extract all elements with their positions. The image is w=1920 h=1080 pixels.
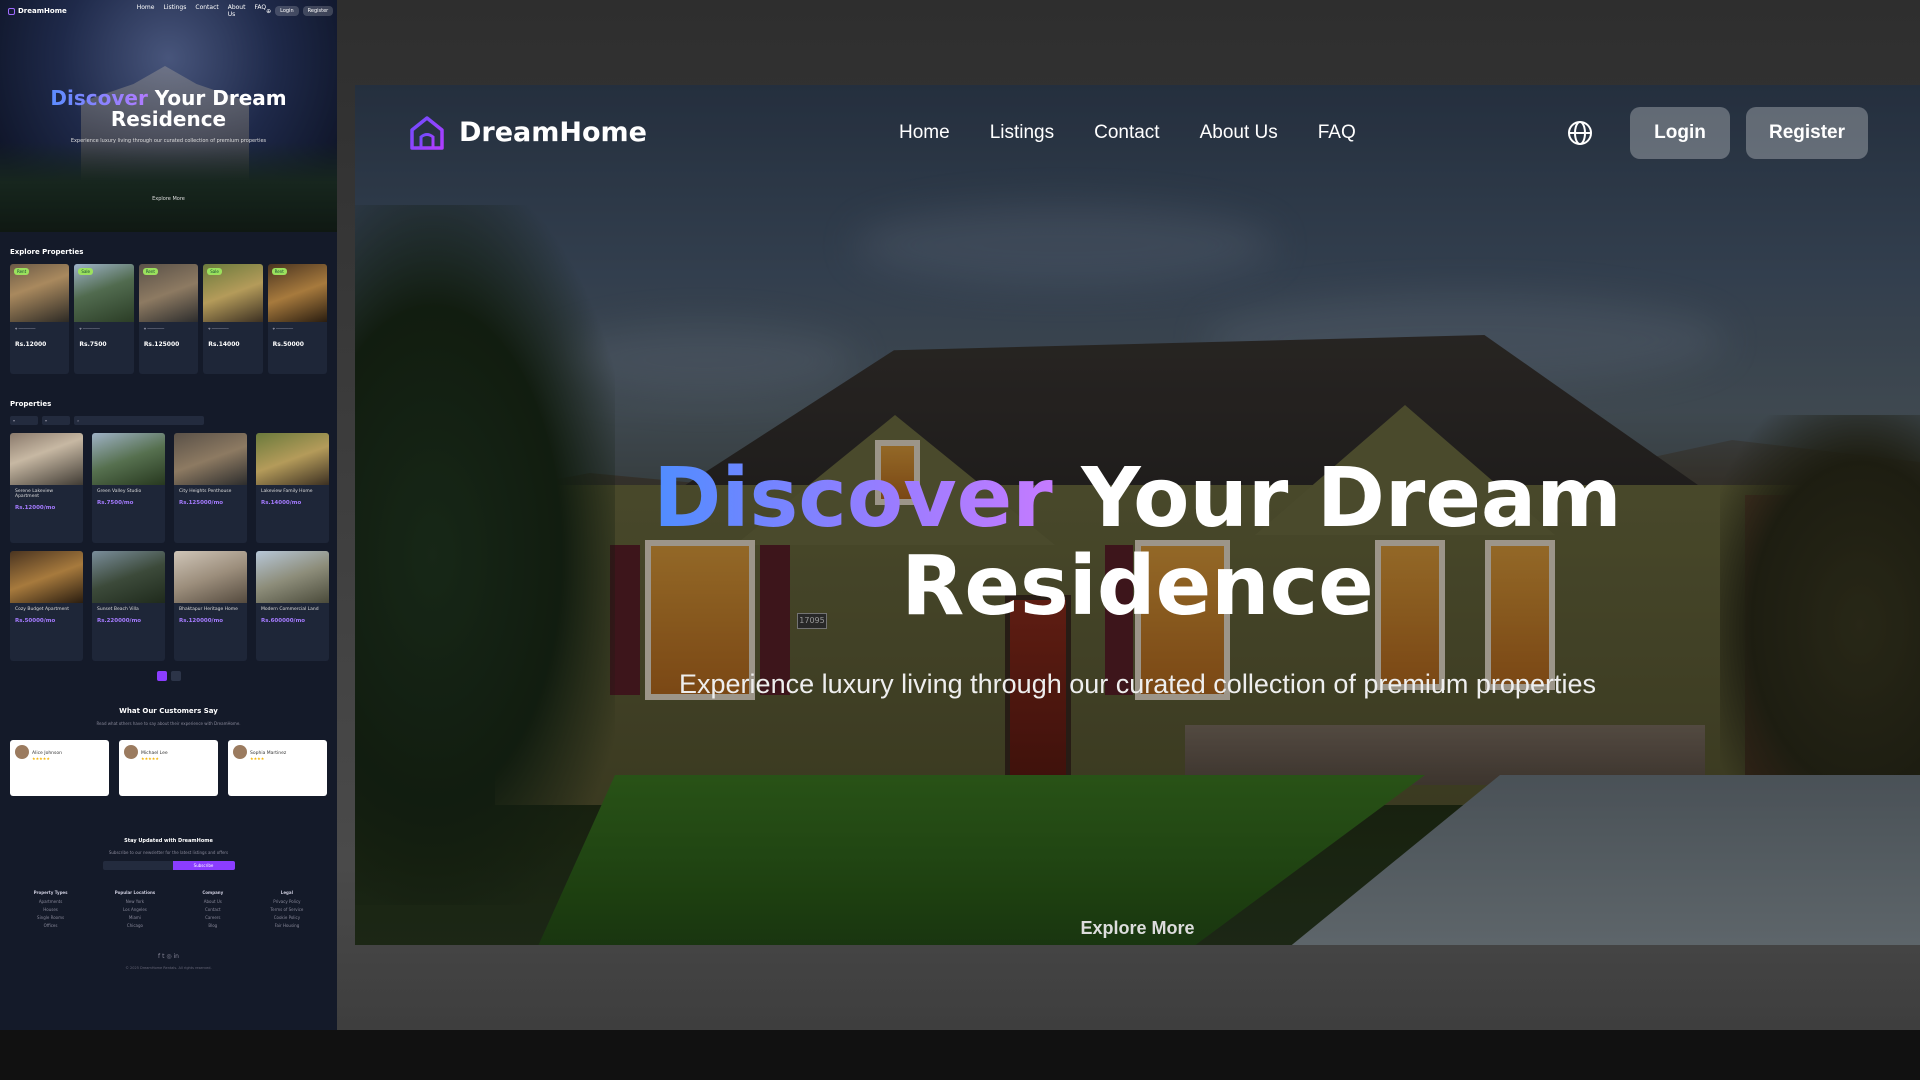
filter-type-select[interactable]: ▾ — [10, 416, 38, 425]
mini-nav-about[interactable]: About Us — [228, 4, 246, 18]
mini-hero-subtitle: Experience luxury living through our cur… — [70, 138, 267, 144]
globe-icon[interactable] — [1566, 119, 1594, 147]
footer-links: Property Types Apartments Houses Single Roo… — [33, 890, 304, 928]
property-card[interactable]: Cozy Budget Apartment Rs.50000/mo — [10, 551, 83, 661]
hero-title-line2: Residence — [901, 539, 1374, 634]
page-1-button[interactable] — [156, 671, 167, 681]
newsletter-form: Subscribe — [0, 861, 337, 870]
explore-more-button[interactable]: Explore More — [355, 918, 1920, 939]
copyright: © 2025 DreamHome Rentals. All rights res… — [125, 966, 212, 970]
navbar: DreamHome Home Listings Contact About Us… — [355, 85, 1920, 180]
nav-listings[interactable]: Listings — [990, 122, 1054, 144]
hero-title-rest: Your Dream — [1081, 451, 1622, 546]
social-icons[interactable]: f t ◎ in — [0, 953, 337, 960]
mini-nav-contact[interactable]: Contact — [195, 4, 218, 18]
explore-card[interactable]: Sale ⌖ ─────── Rs.14000 — [203, 264, 263, 374]
mini-navbar: DreamHome Home Listings Contact About Us… — [0, 0, 337, 22]
testimonials-heading: What Our Customers Say — [119, 707, 218, 715]
globe-icon[interactable]: ⊕ — [266, 8, 271, 15]
newsletter-heading: Stay Updated with DreamHome — [124, 838, 213, 844]
mini-hero: DreamHome Home Listings Contact About Us… — [0, 0, 337, 232]
nav-about-us[interactable]: About Us — [1200, 122, 1278, 144]
house-icon — [410, 115, 444, 150]
explore-card[interactable]: Rent ⌖ ─────── Rs.12000 — [10, 264, 70, 374]
nav-home[interactable]: Home — [899, 122, 950, 144]
property-card[interactable]: Sunset Beach Villa Rs.220000/mo — [92, 551, 165, 661]
explore-card[interactable]: Sale ⌖ ─────── Rs.7500 — [74, 264, 134, 374]
newsletter-subtitle: Subscribe to our newsletter for the late… — [108, 850, 229, 855]
nav-links: Home Listings Contact About Us FAQ — [899, 122, 1356, 144]
property-card[interactable]: Serene Lakeview Apartment Rs.12000/mo — [10, 433, 83, 543]
mini-hero-title: Discover Your Dream Residence — [50, 86, 287, 131]
mini-logo[interactable]: DreamHome — [8, 7, 67, 15]
pagination — [0, 671, 337, 681]
testimonials-subtitle: Read what others have to say about their… — [96, 721, 241, 726]
mini-nav-home[interactable]: Home — [137, 4, 155, 18]
testimonial-card: Michael Lee ★★★★★ — [119, 740, 218, 796]
mini-explore-more[interactable]: Explore More — [0, 196, 337, 202]
explore-card[interactable]: Rent ⌖ ─────── Rs.50000 — [267, 264, 328, 374]
nav-faq[interactable]: FAQ — [1318, 122, 1356, 144]
mini-register-button[interactable]: Register — [302, 6, 334, 16]
mini-nav-faq[interactable]: FAQ — [254, 4, 266, 18]
explore-card[interactable]: Rent ⌖ ─────── Rs.125000 — [138, 264, 199, 374]
property-card[interactable]: City Heights Penthouse Rs.125000/mo — [174, 433, 247, 543]
nav-contact[interactable]: Contact — [1094, 122, 1159, 144]
properties-heading: Properties — [10, 400, 52, 408]
property-card[interactable]: Green Valley Studio Rs.7500/mo — [92, 433, 165, 543]
property-search-input[interactable]: ⌕ — [74, 416, 204, 425]
testimonials-list: Alice Johnson ★★★★★ Michael Lee ★★★★★ Soph… — [0, 740, 337, 796]
avatar — [15, 745, 29, 759]
properties-grid: Serene Lakeview Apartment Rs.12000/mo Gre… — [0, 433, 337, 661]
hero-subtitle: Experience luxury living through our cur… — [679, 669, 1596, 699]
login-button[interactable]: Login — [1630, 106, 1730, 159]
property-card[interactable]: Bhaktapur Heritage Home Rs.120000/mo — [174, 551, 247, 661]
mini-nav-listings[interactable]: Listings — [163, 4, 186, 18]
property-card[interactable]: Modern Commercial Land Rs.600000/mo — [256, 551, 329, 661]
page-2-button[interactable] — [170, 671, 181, 681]
subscribe-button[interactable]: Subscribe — [172, 861, 235, 870]
page-thumbnail: DreamHome Home Listings Contact About Us… — [0, 0, 337, 1030]
house-icon — [8, 7, 15, 15]
explore-carousel: Rent ⌖ ─────── Rs.12000 Sale ⌖ ─────── Rs.75… — [0, 264, 337, 374]
testimonial-card: Alice Johnson ★★★★★ — [10, 740, 109, 796]
logo[interactable]: DreamHome — [407, 113, 647, 153]
register-button[interactable]: Register — [1746, 106, 1868, 159]
filter-price-select[interactable]: ▾ — [42, 416, 70, 425]
properties-filters: ▾ ▾ ⌕ — [0, 416, 337, 425]
hero-title: Discover Your Dream Residence — [355, 455, 1920, 631]
avatar — [124, 745, 138, 759]
avatar — [233, 745, 247, 759]
hero-section: 17095 DreamHome Home Listings Contact Ab… — [355, 85, 1920, 945]
brand-name: DreamHome — [459, 117, 647, 148]
property-card[interactable]: Lakeview Family Home Rs.14000/mo — [256, 433, 329, 543]
newsletter-email-input[interactable] — [102, 861, 173, 870]
hero-title-accent: Discover — [653, 451, 1053, 546]
testimonial-card: Sophia Martinez ★★★★ — [228, 740, 327, 796]
mini-login-button[interactable]: Login — [275, 6, 299, 16]
explore-properties-heading: Explore Properties — [10, 248, 84, 256]
